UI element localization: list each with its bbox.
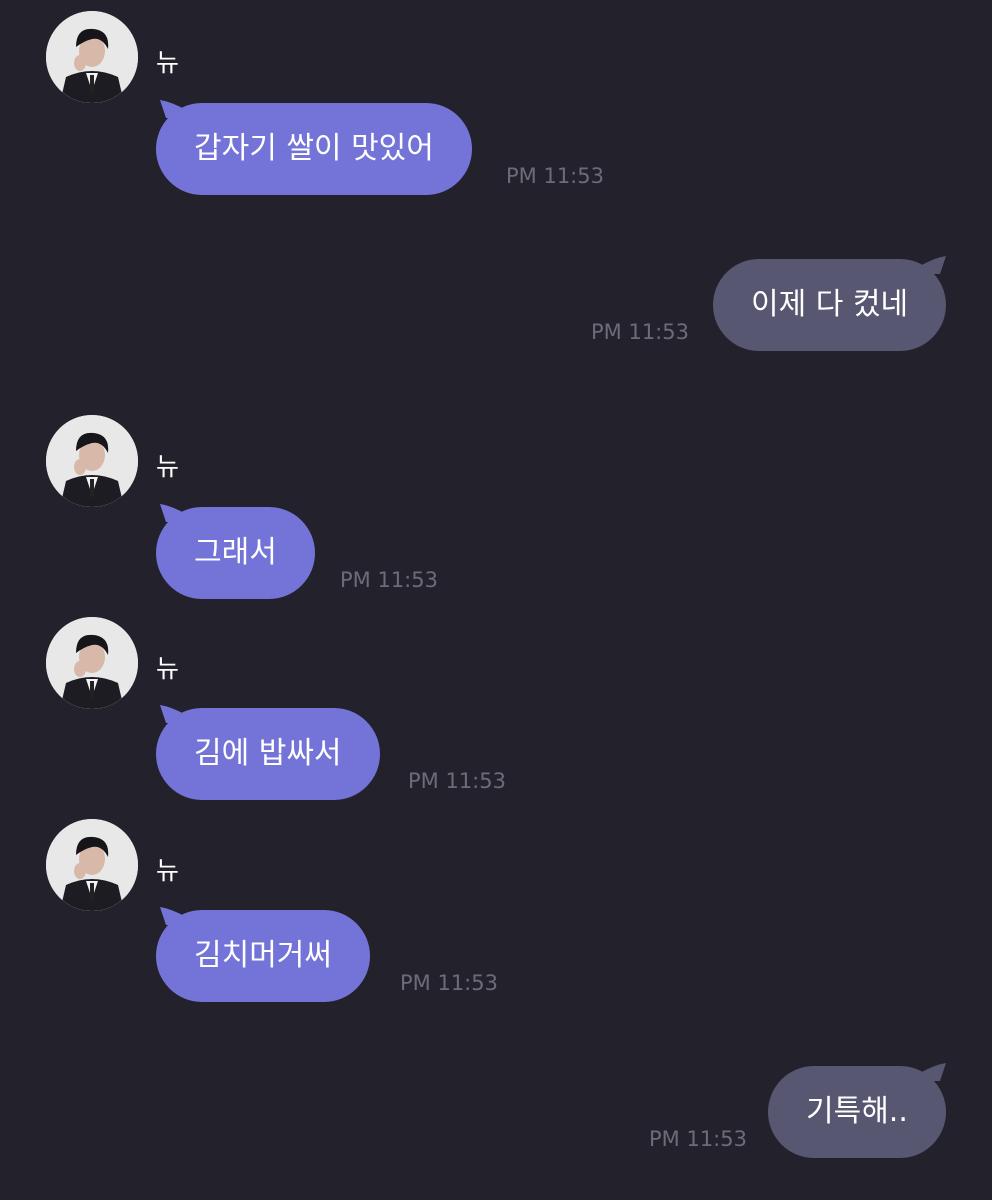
- contact-avatar[interactable]: [46, 617, 138, 709]
- message-time: PM 11:53: [649, 1127, 747, 1151]
- contact-avatar[interactable]: [46, 11, 138, 103]
- message-bubble-outgoing[interactable]: 기특해..: [768, 1066, 946, 1158]
- message-bubble-incoming[interactable]: 그래서: [156, 507, 315, 599]
- sender-name: 뉴: [156, 856, 180, 885]
- contact-avatar[interactable]: [46, 819, 138, 911]
- chat-log[interactable]: 뉴 갑자기 쌀이 맛있어 PM 11:53 이제 다 컸네 PM 11:53 뉴…: [0, 0, 992, 1200]
- message-bubble-outgoing[interactable]: 이제 다 컸네: [713, 259, 947, 351]
- profile-photo-icon: [46, 819, 138, 911]
- profile-photo-icon: [46, 11, 138, 103]
- sender-name: 뉴: [156, 654, 180, 683]
- message-bubble-incoming[interactable]: 김에 밥싸서: [156, 708, 380, 800]
- message-bubble-incoming[interactable]: 김치머거써: [156, 910, 370, 1002]
- profile-photo-icon: [46, 617, 138, 709]
- message-time: PM 11:53: [408, 769, 506, 793]
- profile-photo-icon: [46, 415, 138, 507]
- message-bubble-incoming[interactable]: 갑자기 쌀이 맛있어: [156, 103, 472, 195]
- contact-avatar[interactable]: [46, 415, 138, 507]
- sender-name: 뉴: [156, 48, 180, 77]
- sender-name: 뉴: [156, 452, 180, 481]
- message-time: PM 11:53: [506, 164, 604, 188]
- message-time: PM 11:53: [591, 320, 689, 344]
- message-time: PM 11:53: [340, 568, 438, 592]
- message-time: PM 11:53: [400, 971, 498, 995]
